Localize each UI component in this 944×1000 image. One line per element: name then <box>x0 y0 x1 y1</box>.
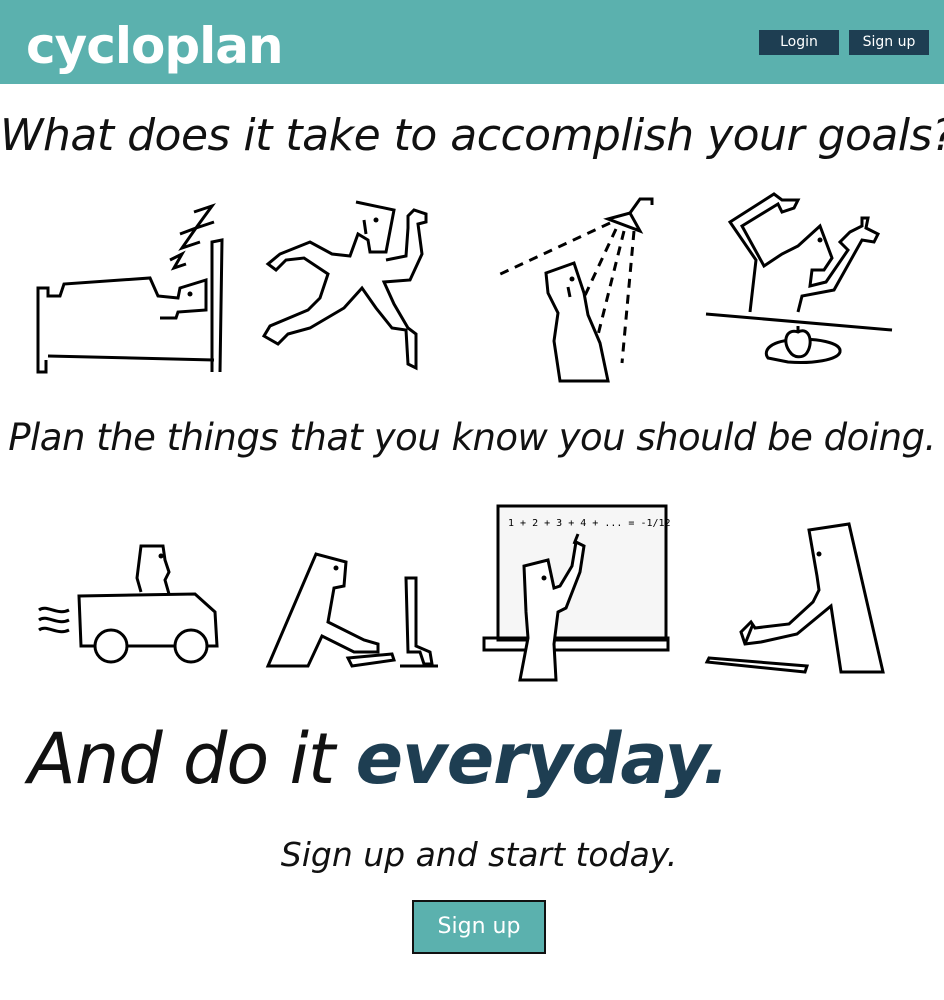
sleeping-in-bed-icon <box>36 203 224 374</box>
whiteboard-equation: 1 + 2 + 3 + 4 + ... = -1/12 <box>508 518 671 529</box>
headline-everyday: And do it everyday. <box>28 718 730 800</box>
signup-button-header[interactable]: Sign up <box>849 30 929 55</box>
person-chopping-apple-icon <box>705 192 893 364</box>
headline-everyday-prefix: And do it <box>28 718 356 800</box>
headline-goals: What does it take to accomplish your goa… <box>0 110 944 161</box>
headline-everyday-emphasis: everyday. <box>355 718 730 800</box>
person-showering-icon <box>493 197 654 383</box>
login-button[interactable]: Login <box>759 30 839 55</box>
person-typing-computer-icon <box>265 552 438 668</box>
person-at-whiteboard-icon: 1 + 2 + 3 + 4 + ... = -1/12 <box>482 504 671 682</box>
person-writing-icon <box>704 522 885 674</box>
header-bar: cycloplan Login Sign up <box>0 0 944 84</box>
running-person-icon <box>261 200 428 371</box>
headline-plan: Plan the things that you know you should… <box>8 416 936 459</box>
person-driving-car-icon <box>38 544 219 664</box>
signup-button-main[interactable]: Sign up <box>412 900 546 954</box>
cta-text: Sign up and start today. <box>280 835 678 874</box>
logo[interactable]: cycloplan <box>26 8 284 84</box>
